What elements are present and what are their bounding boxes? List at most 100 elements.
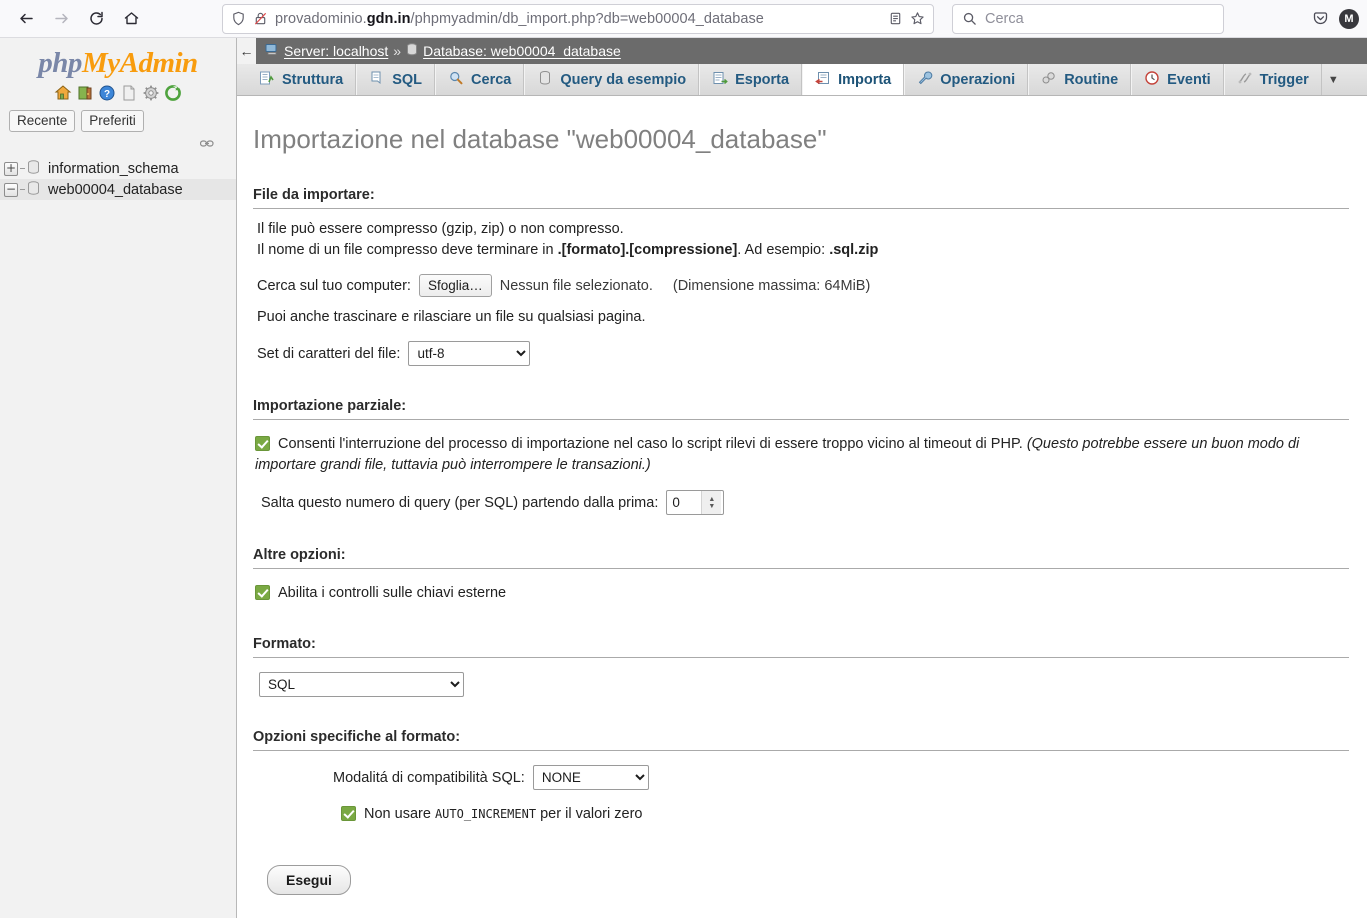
drag-drop-hint: Puoi anche trascinare e rilasciare un fi… bbox=[257, 309, 646, 325]
auto-increment-suffix: per il valori zero bbox=[536, 806, 643, 822]
recent-button[interactable]: Recente bbox=[9, 110, 76, 132]
chevron-down-icon[interactable]: ▼ bbox=[1322, 64, 1345, 95]
foreign-keys-checkbox[interactable] bbox=[255, 585, 270, 600]
tab-eventi[interactable]: Eventi bbox=[1131, 64, 1224, 95]
collapser-icon[interactable]: − bbox=[4, 182, 18, 197]
svg-text:?: ? bbox=[104, 89, 110, 100]
breadcrumb-server[interactable]: Server: localhost bbox=[284, 43, 388, 59]
sidebar-quick-buttons: Recente Preferiti bbox=[9, 110, 236, 132]
expander-icon[interactable]: + bbox=[4, 161, 18, 176]
reload-button[interactable] bbox=[80, 4, 112, 34]
favorites-button[interactable]: Preferiti bbox=[81, 110, 144, 132]
home-button[interactable] bbox=[115, 4, 147, 34]
settings-gear-icon[interactable] bbox=[142, 84, 160, 102]
tab-query-da-esempio[interactable]: Query da esempio bbox=[524, 64, 700, 95]
import-icon bbox=[815, 70, 831, 90]
db-name: web00004_database bbox=[48, 181, 183, 198]
breadcrumb-database[interactable]: Database: web00004_database bbox=[423, 43, 621, 59]
tab-struttura[interactable]: Struttura bbox=[247, 64, 357, 95]
charset-select[interactable]: utf-8 bbox=[408, 341, 531, 366]
tab-label: Importa bbox=[838, 71, 892, 88]
skip-queries-stepper[interactable]: ▲▼ bbox=[666, 490, 725, 515]
url-suffix: /phpmyadmin/db_import.php?db=web00004_da… bbox=[410, 10, 764, 27]
forward-button[interactable] bbox=[45, 4, 77, 34]
browse-file-button[interactable]: Sfoglia… bbox=[418, 274, 492, 297]
wrench-icon bbox=[917, 70, 933, 90]
tab-operazioni[interactable]: Operazioni bbox=[904, 64, 1029, 95]
format-select[interactable]: SQL bbox=[259, 672, 464, 697]
auto-increment-checkbox[interactable] bbox=[341, 806, 356, 821]
tree-connector bbox=[20, 189, 25, 190]
allow-interrupt-checkbox[interactable] bbox=[255, 436, 270, 451]
breadcrumb-back-button[interactable]: ← bbox=[237, 38, 256, 64]
docs-icon[interactable] bbox=[120, 84, 138, 102]
logo-php: php bbox=[38, 47, 82, 79]
database-icon bbox=[406, 43, 418, 59]
reader-view-icon[interactable] bbox=[888, 11, 903, 26]
home-icon[interactable] bbox=[54, 84, 72, 102]
tab-label: SQL bbox=[392, 71, 423, 88]
file-upload-row: Cerca sul tuo computer: Sfoglia… Nessun … bbox=[257, 274, 1349, 297]
compat-mode-select[interactable]: NONE bbox=[532, 765, 649, 790]
skip-queries-input[interactable] bbox=[667, 491, 702, 514]
tab-sql[interactable]: SQL bbox=[356, 64, 436, 95]
db-tree-item-information-schema[interactable]: + information_schema bbox=[0, 158, 236, 179]
file-section-body: Il file può essere compresso (gzip, zip)… bbox=[253, 219, 1349, 366]
browse-label: Cerca sul tuo computer: bbox=[257, 277, 411, 294]
url-prefix: provadominio. bbox=[275, 10, 367, 27]
foreign-keys-row: Abilita i controlli sulle chiavi esterne bbox=[255, 583, 1349, 604]
submit-button[interactable]: Esegui bbox=[267, 865, 351, 895]
navigation-sidebar: phpMyAdmin ? Recente Preferiti + informa… bbox=[0, 38, 237, 918]
tab-label: Query da esempio bbox=[560, 71, 687, 88]
format-section-body: SQL bbox=[253, 672, 1349, 697]
tab-trigger[interactable]: Trigger bbox=[1223, 64, 1322, 95]
logo-myadmin: MyAdmin bbox=[81, 47, 198, 79]
section-heading-file: File da importare: bbox=[253, 187, 1349, 209]
tab-cerca[interactable]: Cerca bbox=[435, 64, 525, 95]
sql-icon bbox=[369, 70, 385, 90]
allow-interrupt-label: Consenti l'interruzione del processo di … bbox=[278, 436, 1023, 452]
url-domain: gdn.in bbox=[366, 10, 411, 27]
tab-label: Trigger bbox=[1259, 71, 1309, 88]
breadcrumb: ← Server: localhost » Database: web00004… bbox=[237, 38, 1367, 64]
file-info-line-1: Il file può essere compresso (gzip, zip)… bbox=[257, 221, 624, 237]
url-bar[interactable]: provadominio.gdn.in/phpmyadmin/db_import… bbox=[222, 3, 934, 34]
tab-label: Eventi bbox=[1167, 71, 1211, 88]
page-title: Importazione nel database "web00004_data… bbox=[253, 124, 827, 154]
compat-mode-row: Modalitá di compatibilità SQL: NONE bbox=[333, 765, 1349, 790]
tab-label: Operazioni bbox=[940, 71, 1016, 88]
skip-queries-row: Salta questo numero di query (per SQL) p… bbox=[261, 490, 1349, 515]
navigation-buttons bbox=[10, 4, 147, 34]
browser-toolbar: provadominio.gdn.in/phpmyadmin/db_import… bbox=[0, 0, 1367, 38]
section-heading-format-options: Opzioni specifiche al formato: bbox=[253, 729, 1349, 751]
avatar[interactable]: M bbox=[1339, 8, 1359, 29]
back-button[interactable] bbox=[10, 4, 42, 34]
auto-increment-prefix: Non usare bbox=[364, 806, 435, 822]
phpmyadmin-logo[interactable]: phpMyAdmin bbox=[0, 38, 236, 80]
star-icon[interactable] bbox=[910, 11, 925, 26]
section-heading-format: Formato: bbox=[253, 636, 1349, 658]
sidebar-link-row bbox=[0, 132, 236, 153]
browser-right-controls: M bbox=[1312, 8, 1359, 29]
tab-importa[interactable]: Importa bbox=[802, 64, 905, 95]
browser-search-bar[interactable]: Cerca bbox=[952, 3, 1224, 34]
tab-esporta[interactable]: Esporta bbox=[699, 64, 803, 95]
help-icon[interactable]: ? bbox=[98, 84, 116, 102]
section-heading-other: Altre opzioni: bbox=[253, 547, 1349, 569]
tab-routine[interactable]: Routine bbox=[1028, 64, 1132, 95]
stepper-arrows-icon[interactable]: ▲ ▼ bbox=[701, 491, 722, 514]
foreign-keys-label: Abilita i controlli sulle chiavi esterne bbox=[278, 585, 507, 601]
no-file-selected-text: Nessun file selezionato. bbox=[499, 277, 653, 294]
logout-icon[interactable] bbox=[76, 84, 94, 102]
max-size-text: (Dimensione massima: 64MiB) bbox=[672, 277, 871, 294]
export-icon bbox=[712, 70, 728, 90]
refresh-icon[interactable] bbox=[164, 84, 182, 102]
pocket-icon[interactable] bbox=[1312, 10, 1329, 27]
sidebar-icon-bar: ? bbox=[0, 84, 236, 102]
file-info-2b: .[formato].[compressione] bbox=[557, 242, 738, 258]
lock-crossed-icon[interactable] bbox=[253, 11, 268, 26]
chain-link-icon[interactable] bbox=[199, 135, 214, 152]
tree-connector bbox=[20, 168, 25, 169]
auto-increment-row: Non usare AUTO_INCREMENT per il valori z… bbox=[341, 804, 1349, 825]
db-tree-item-web00004-database[interactable]: − web00004_database bbox=[0, 179, 236, 200]
